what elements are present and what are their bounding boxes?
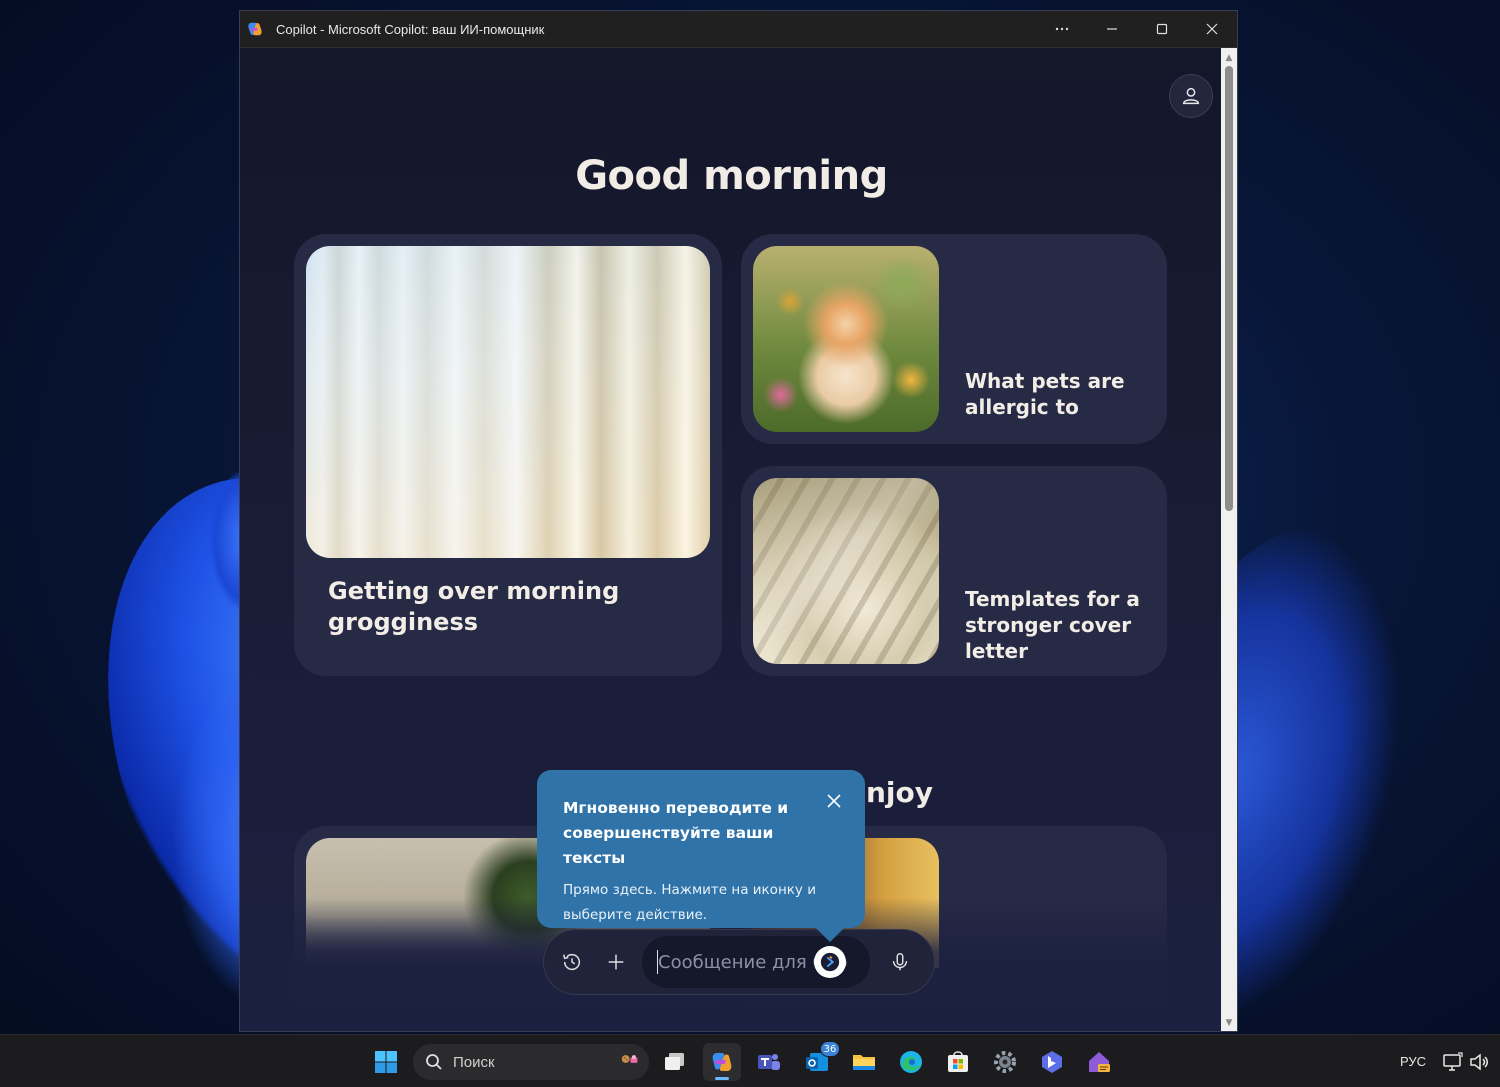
file-explorer-button[interactable]	[845, 1043, 883, 1081]
taskbar-search[interactable]: Поиск	[413, 1044, 649, 1080]
vertical-scrollbar[interactable]: ▲ ▼	[1221, 48, 1237, 1031]
scroll-down-arrow-icon[interactable]: ▼	[1221, 1015, 1237, 1031]
corgi-image	[753, 246, 939, 432]
active-indicator	[715, 1077, 729, 1080]
title-bar[interactable]: Copilot - Microsoft Copilot: ваш ИИ-помо…	[240, 11, 1237, 48]
message-composer: Сообщение для Copilot	[543, 929, 935, 995]
search-icon	[426, 1054, 442, 1070]
mail-badge: 36	[820, 1041, 840, 1057]
outlook-button[interactable]: 36	[798, 1041, 840, 1081]
close-icon	[827, 794, 841, 808]
close-icon	[1206, 23, 1218, 35]
curtain-image	[306, 246, 710, 558]
text-action-button[interactable]	[814, 946, 846, 978]
speaker-icon	[1470, 1053, 1488, 1071]
tooltip-title: Мгновенно переводите и совершенствуйте в…	[563, 799, 789, 867]
gear-icon	[994, 1051, 1016, 1073]
copilot-app-icon	[248, 22, 262, 36]
text-caret	[657, 950, 658, 974]
copilot-home: Good morning Getting over morning groggi…	[240, 48, 1223, 1031]
dev-home-button[interactable]	[1080, 1043, 1118, 1081]
folder-icon	[853, 1055, 875, 1070]
teams-button[interactable]	[750, 1043, 788, 1081]
suggestion-card-pets[interactable]: What pets are allergic to	[741, 234, 1167, 444]
suggestion-card-morning[interactable]: Getting over morning grogginess	[294, 234, 722, 676]
scroll-up-arrow-icon[interactable]: ▲	[1221, 50, 1237, 66]
teams-icon	[758, 1054, 780, 1070]
tooltip-close-button[interactable]	[825, 792, 843, 810]
new-chat-button[interactable]	[596, 942, 636, 982]
message-input[interactable]: Сообщение для Copilot	[642, 936, 870, 988]
copilot-window: Copilot - Microsoft Copilot: ваш ИИ-помо…	[239, 10, 1238, 1032]
search-label: Поиск	[453, 1053, 495, 1071]
suggestion-card-label: Getting over morning grogginess	[328, 577, 620, 637]
task-view-icon	[665, 1053, 684, 1070]
copilot-taskbar-button[interactable]	[703, 1043, 741, 1081]
taskbar: Поиск 36 РУС	[0, 1034, 1500, 1087]
more-options-button[interactable]	[1037, 11, 1087, 48]
copilot-action-icon	[820, 952, 840, 972]
greeting-heading: Good morning	[575, 153, 888, 199]
store-button[interactable]	[939, 1043, 977, 1081]
account-button[interactable]	[1169, 74, 1213, 118]
suggestion-card-cover-letter[interactable]: Templates for a stronger cover letter	[741, 466, 1167, 676]
tooltip-body: Прямо здесь. Нажмите на иконку и выберит…	[563, 882, 816, 923]
user-icon	[1182, 87, 1200, 105]
windows-logo-icon	[375, 1051, 397, 1073]
edge-browser-icon	[900, 1051, 922, 1073]
start-button[interactable]	[367, 1043, 405, 1081]
microphone-icon	[892, 953, 908, 971]
volume-tray-button[interactable]	[1468, 1051, 1490, 1073]
feature-tooltip: Мгновенно переводите и совершенствуйте в…	[537, 770, 865, 928]
ellipsis-icon	[1055, 27, 1069, 31]
history-button[interactable]	[552, 942, 592, 982]
network-tray-button[interactable]	[1442, 1051, 1464, 1073]
plus-icon	[608, 954, 624, 970]
store-icon	[948, 1051, 968, 1072]
plant-image	[753, 478, 939, 664]
microphone-button[interactable]	[880, 942, 920, 982]
search-highlight-icon	[621, 1055, 638, 1063]
minimize-button[interactable]	[1087, 11, 1137, 48]
bing-icon	[1042, 1051, 1062, 1073]
window-title: Copilot - Microsoft Copilot: ваш ИИ-помо…	[276, 21, 545, 37]
home-preview-icon	[1089, 1052, 1110, 1072]
settings-button[interactable]	[986, 1043, 1024, 1081]
edge-button[interactable]	[892, 1043, 930, 1081]
close-window-button[interactable]	[1187, 11, 1237, 48]
bing-button[interactable]	[1033, 1043, 1071, 1081]
suggestion-card-label: Templates for a stronger cover letter	[965, 587, 1140, 663]
minimize-icon	[1107, 28, 1117, 30]
network-monitor-icon	[1443, 1052, 1463, 1071]
maximize-icon	[1156, 23, 1168, 35]
maximize-button[interactable]	[1137, 11, 1187, 48]
copilot-icon	[712, 1053, 732, 1071]
input-language[interactable]: РУС	[1400, 1054, 1426, 1069]
scrollbar-thumb[interactable]	[1225, 66, 1233, 511]
history-icon	[563, 954, 581, 971]
suggestion-card-label: What pets are allergic to	[965, 369, 1125, 419]
task-view-button[interactable]	[656, 1043, 694, 1081]
